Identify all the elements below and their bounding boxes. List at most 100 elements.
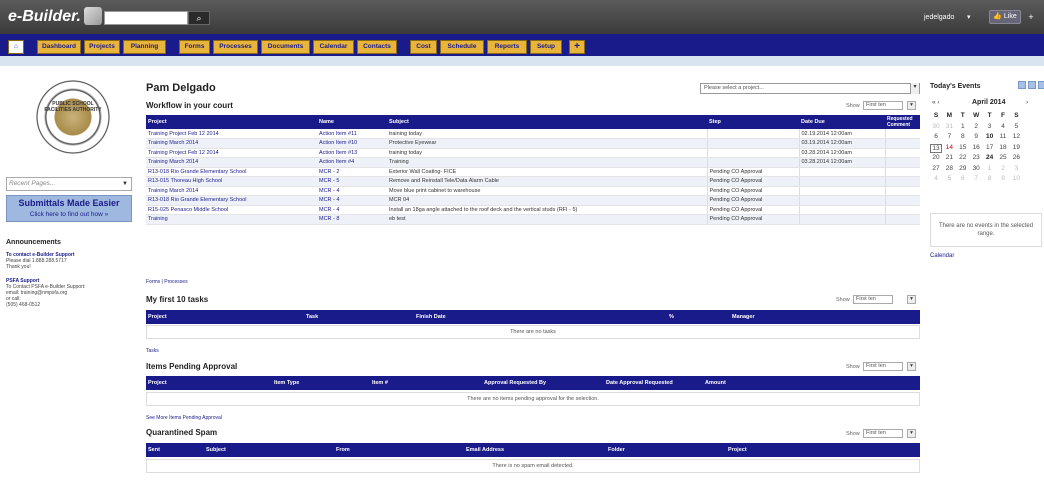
table-row[interactable]: Training March 2014 MCR - 4 Move blue prin… [146,186,920,196]
calendar-day[interactable]: 23 [970,154,982,161]
calendar-day[interactable]: 21 [943,154,955,161]
submittals-banner[interactable]: Submittals Made Easier Click here to fin… [6,195,132,222]
column-header[interactable]: Amount [703,376,920,390]
column-header[interactable]: Folder [606,443,726,457]
table-cell[interactable]: Training March 2014 [146,157,317,168]
table-cell[interactable]: Action Item #13 [317,148,387,158]
tab-reports[interactable]: Reports [487,40,527,54]
table-row[interactable]: Training MCR - 8 eb test Pending CO Approva… [146,214,920,225]
calendar-day[interactable]: 12 [1010,133,1022,140]
calendar-prev-button[interactable]: « ‹ [932,99,940,106]
app-logo[interactable]: e-Builder. [8,8,81,26]
tab-setup[interactable]: Setup [530,40,562,54]
tab-processes[interactable]: Processes [213,40,258,54]
calendar-day[interactable]: 1 [984,165,996,172]
table-cell[interactable]: MCR - 5 [317,176,387,187]
calendar-day[interactable]: 25 [997,154,1009,161]
submittals-link[interactable]: Click here to find out how » [7,211,131,218]
table-cell[interactable]: MCR - 4 [317,186,387,196]
chevron-down-icon[interactable]: ▾ [907,429,916,438]
column-header[interactable]: Task [304,310,414,324]
column-header[interactable]: Approval Requested By [482,376,604,390]
calendar-day[interactable]: 28 [943,165,955,172]
column-header[interactable]: From [334,443,464,457]
pending-show-select[interactable]: First ten [863,362,903,371]
calendar-day[interactable]: 10 [1010,175,1022,182]
calendar-day[interactable]: 3 [1010,165,1022,172]
calendar-day[interactable]: 18 [997,144,1009,151]
table-row[interactable]: R13-015 Thoreau High School MCR - 5 Remove… [146,176,920,187]
calendar-day[interactable]: 27 [930,165,942,172]
table-cell[interactable]: Training Project Feb 12 2014 [146,148,317,158]
tab-dashboard[interactable]: Dashboard [37,40,81,54]
column-header[interactable]: Project [146,310,304,324]
calendar-day[interactable]: 22 [957,154,969,161]
column-header[interactable]: Email Address [464,443,606,457]
plus-icon[interactable]: + [1024,10,1038,24]
table-cell[interactable]: Action Item #4 [317,157,387,168]
calendar-day[interactable]: 9 [997,175,1009,182]
see-more-pending-link[interactable]: See More Items Pending Approval [146,415,222,421]
calendar-day[interactable]: 2 [970,123,982,130]
user-menu[interactable]: jedelgado [924,14,954,21]
calendar-day[interactable]: 8 [957,133,969,140]
tab-documents[interactable]: Documents [261,40,310,54]
tab-cost[interactable]: Cost [410,40,437,54]
tasks-show-select[interactable]: First ten [853,295,893,304]
week-view-icon[interactable] [1028,81,1036,89]
table-row[interactable]: Training Project Feb 12 2014 Action Item … [146,148,920,158]
table-row[interactable]: Training March 2014 Action Item #4 Trainin… [146,157,920,168]
tab-projects[interactable]: Projects [84,40,120,54]
column-header[interactable]: Subject [204,443,334,457]
column-header[interactable]: Manager [730,310,920,324]
column-header[interactable]: Item Type [272,376,370,390]
calendar-day[interactable]: 8 [984,175,996,182]
calendar-next-button[interactable]: › [1026,99,1028,106]
tab-contacts[interactable]: Contacts [357,40,397,54]
calendar-day[interactable]: 31 [943,123,955,130]
table-cell[interactable]: MCR - 4 [317,195,387,206]
column-header[interactable]: Subject [387,115,707,129]
calendar-day[interactable]: 15 [957,144,969,151]
project-select[interactable]: Please select a project... ▾ [700,83,920,94]
calendar-day[interactable]: 2 [997,165,1009,172]
column-header[interactable]: Date Due [799,115,885,129]
calendar-day[interactable]: 30 [970,165,982,172]
column-header[interactable]: Project [146,115,317,129]
calendar-day[interactable]: 5 [943,175,955,182]
calendar-day[interactable]: 3 [984,123,996,130]
month-view-icon[interactable] [1038,81,1044,89]
calendar-day[interactable]: 4 [930,175,942,182]
table-cell[interactable]: R13-015 Thoreau High School [146,176,317,187]
table-row[interactable]: R13-018 Rio Grande Elementary School MCR … [146,167,920,177]
table-cell[interactable]: R15-025 Penasco Middle School [146,205,317,215]
calendar-day[interactable]: 20 [930,154,942,161]
add-tab-button[interactable]: + [569,40,585,54]
forms-processes-link[interactable]: Forms | Processes [146,279,188,285]
calendar-day[interactable]: 7 [970,175,982,182]
tab-forms[interactable]: Forms [179,40,210,54]
home-icon[interactable]: ⌂ [8,40,24,54]
calendar-day[interactable]: 13 [930,143,942,153]
column-header[interactable]: Name [317,115,387,129]
calendar-day[interactable]: 6 [930,133,942,140]
column-header[interactable]: Item # [370,376,482,390]
calendar-day[interactable]: 6 [957,175,969,182]
table-cell[interactable]: R13-018 Rio Grande Elementary School [146,195,317,206]
column-header[interactable]: Date Approval Requested [604,376,703,390]
workflow-show-select[interactable]: First ten [863,101,903,110]
calendar-day[interactable]: 4 [997,123,1009,130]
chevron-down-icon[interactable]: ▾ [907,362,916,371]
column-header[interactable]: Project [146,376,272,390]
day-view-icon[interactable] [1018,81,1026,89]
column-header[interactable]: Sent [146,443,204,457]
column-header[interactable]: Finish Date [414,310,667,324]
calendar-day[interactable]: 1 [957,123,969,130]
chevron-down-icon[interactable]: ▾ [907,295,916,304]
recent-pages-select[interactable]: Recent Pages... ▼ [6,177,132,191]
table-cell[interactable]: MCR - 4 [317,205,387,215]
column-header[interactable]: % [667,310,730,324]
tab-schedule[interactable]: Schedule [440,40,484,54]
table-row[interactable]: Training Project Feb 12 2014 Action Item … [146,129,920,139]
search-input[interactable] [104,11,188,25]
